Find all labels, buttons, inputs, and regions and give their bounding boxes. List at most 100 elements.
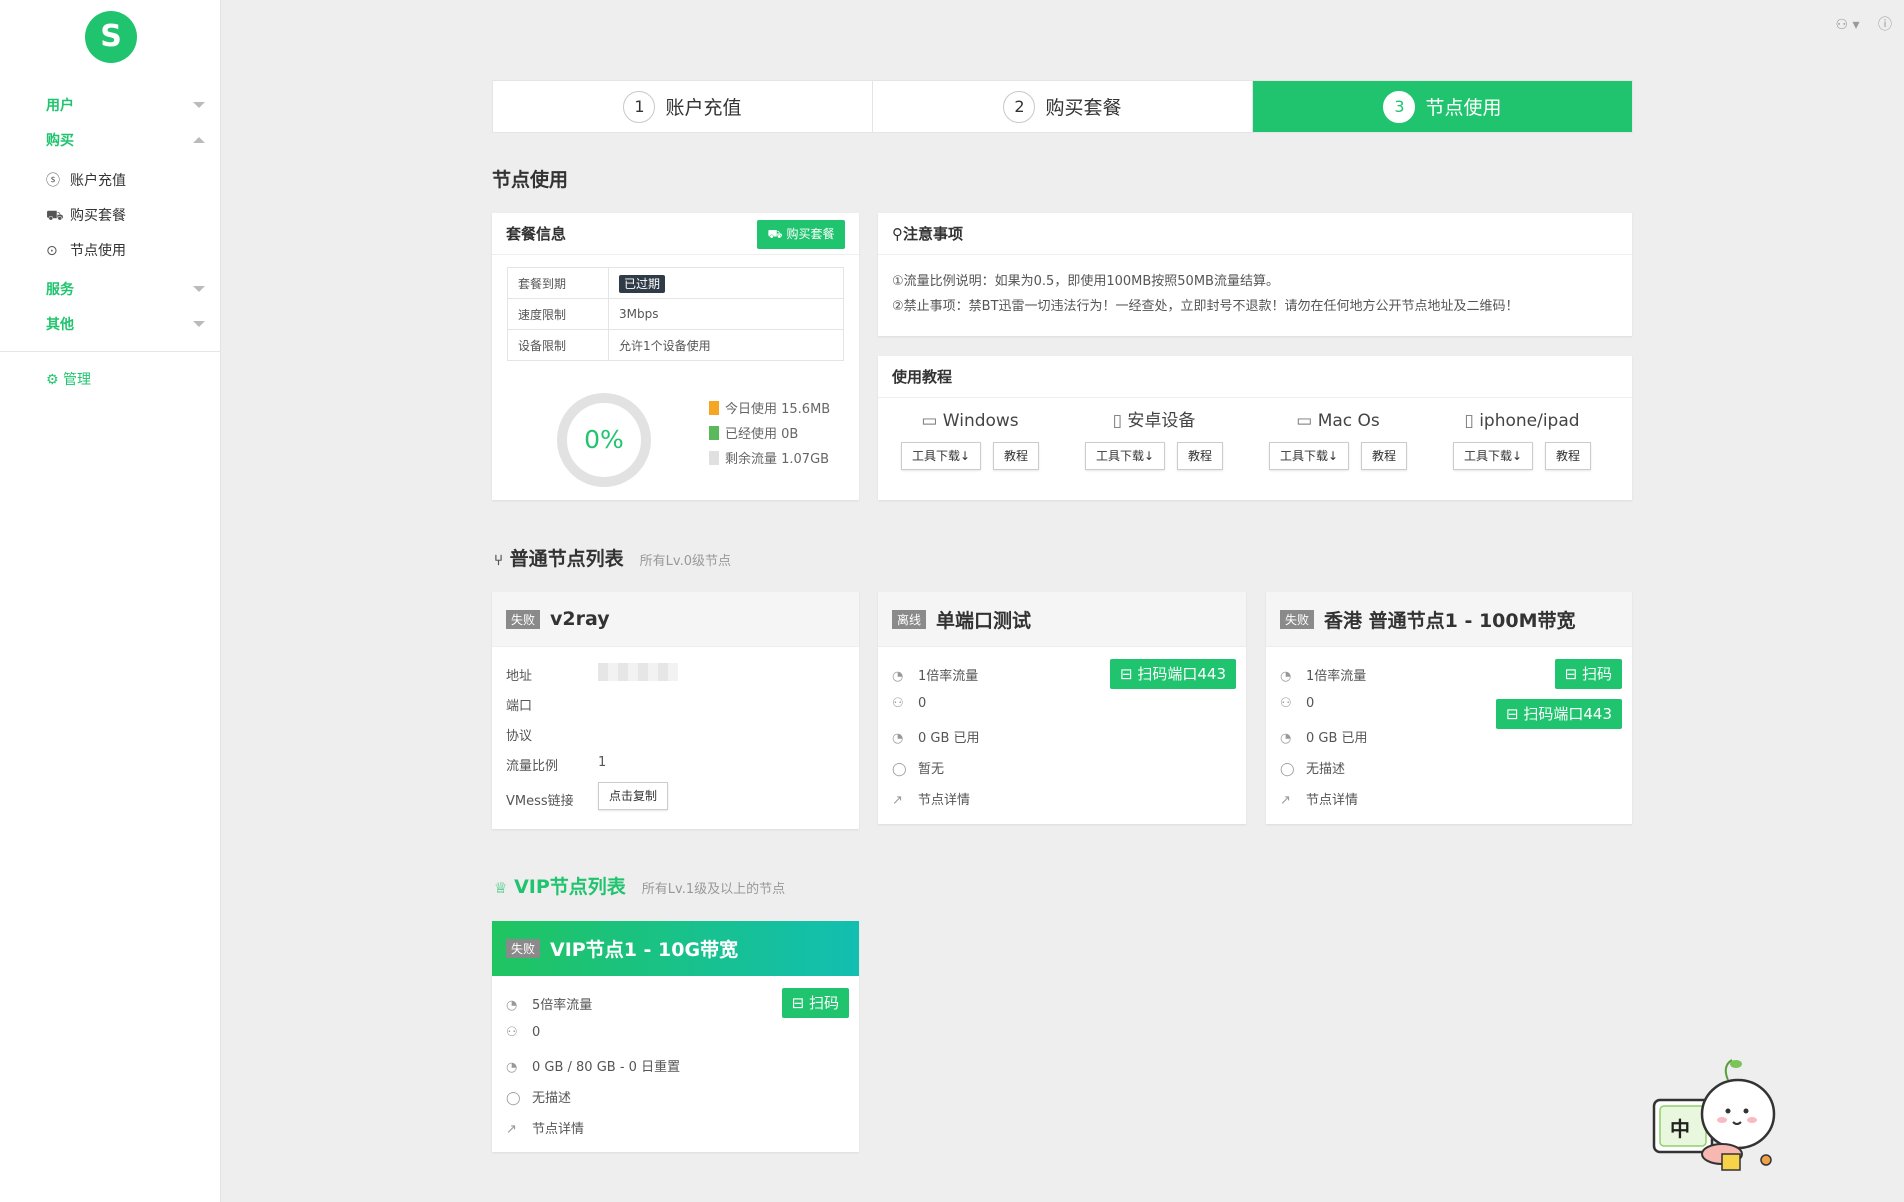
platform-name: 安卓设备 xyxy=(1127,411,1196,431)
node-users: ⚇ 0 xyxy=(1280,696,1314,711)
section-subtitle: 所有Lv.0级节点 xyxy=(639,554,731,569)
step-buy-package[interactable]: 2 购买套餐 xyxy=(873,81,1253,132)
node-field-value: 0 GB 已用 xyxy=(918,731,980,746)
download-tool-button[interactable]: 工具下载↓ xyxy=(1452,442,1534,470)
sidebar-item-buy-package[interactable]: ⛟ 购买套餐 xyxy=(46,205,126,235)
table-row: 速度限制 3Mbps xyxy=(507,298,844,330)
table-key: 设备限制 xyxy=(507,329,609,361)
node-card-single-port: 离线 单端口测试 ⊟ 扫码端口443 ◔ 1倍率流量 ⚇ 0 ◔ 0 GB 已用 ◯ 暂… xyxy=(878,592,1246,824)
platform-name: Mac Os xyxy=(1317,411,1380,431)
info-icon[interactable]: ⓘ xyxy=(1878,17,1892,33)
tutorial-macos: ▭ Mac Os 工具下载↓ 教程 xyxy=(1246,406,1430,470)
chevron-down-icon xyxy=(193,321,205,327)
cart-icon: ⛟ xyxy=(46,208,64,224)
node-details-link[interactable]: ↗ 节点详情 xyxy=(892,789,970,808)
user-icon: ⚇ xyxy=(892,696,904,711)
comment-icon: ◯ xyxy=(892,762,907,777)
node-card-header: 失败 v2ray xyxy=(492,592,859,647)
mascot-widget[interactable]: 中 xyxy=(1650,1056,1790,1176)
menu-group-user[interactable]: 用户 xyxy=(0,89,221,119)
menu-group-service[interactable]: 服务 xyxy=(0,273,221,303)
table-value: 3Mbps xyxy=(608,298,844,330)
field-label: 协议 xyxy=(506,729,533,744)
node-details-link[interactable]: ↗ 节点详情 xyxy=(1280,789,1358,808)
menu-group-purchase[interactable]: 购买 xyxy=(0,124,221,154)
step-number: 1 xyxy=(623,90,656,123)
sidebar-item-recharge[interactable]: ⓢ 账户充值 xyxy=(46,170,126,200)
node-traffic: ◔ 0 GB / 80 GB - 0 日重置 xyxy=(506,1056,680,1075)
gauge-icon: ◔ xyxy=(1280,731,1292,746)
step-recharge[interactable]: 1 账户充值 xyxy=(493,81,873,132)
user-icon[interactable]: ⚇ ▾ xyxy=(1836,17,1860,33)
branch-icon: ⑂ xyxy=(494,551,504,569)
sidebar-item-node-usage[interactable]: ⊙ 节点使用 xyxy=(46,240,126,270)
vip-nodes-heading: ♕ VIP节点列表 所有Lv.1级及以上的节点 xyxy=(494,872,785,899)
scan-port-button[interactable]: ⊟ 扫码端口443 xyxy=(1110,659,1236,689)
status-badge: 失败 xyxy=(506,939,541,958)
menu-group-other[interactable]: 其他 xyxy=(0,308,221,338)
gauge-icon: ◔ xyxy=(892,669,904,684)
node-name: VIP节点1 - 10G带宽 xyxy=(550,939,739,961)
scan-button[interactable]: ⊟ 扫码 xyxy=(781,988,849,1018)
download-tool-button[interactable]: 工具下载↓ xyxy=(900,442,982,470)
menu-group-label: 购买 xyxy=(46,133,74,149)
node-traffic: ◔ 0 GB 已用 xyxy=(892,727,980,746)
page-title: 节点使用 xyxy=(492,169,569,191)
node-users: ⚇ 0 xyxy=(506,1025,540,1040)
scan-button[interactable]: ⊟ 扫码 xyxy=(1554,659,1622,689)
sidebar-item-label: 节点使用 xyxy=(70,243,126,259)
tutorial-button[interactable]: 教程 xyxy=(1545,442,1592,470)
node-details-link[interactable]: ↗ 节点详情 xyxy=(506,1118,584,1137)
tutorial-button[interactable]: 教程 xyxy=(1361,442,1408,470)
scan-label: 扫码 xyxy=(808,994,839,1012)
tutorial-button[interactable]: 教程 xyxy=(993,442,1040,470)
download-tool-button[interactable]: 工具下载↓ xyxy=(1268,442,1350,470)
package-table: 套餐到期 已过期 速度限制 3Mbps 设备限制 允许1个设备使用 xyxy=(507,267,844,361)
node-description: ◯ 无描述 xyxy=(506,1087,571,1106)
node-card-header: 离线 单端口测试 xyxy=(878,592,1246,647)
copy-vmess-button[interactable]: 点击复制 xyxy=(598,782,668,810)
scan-port-button[interactable]: ⊟ 扫码端口443 xyxy=(1496,699,1622,729)
node-traffic: ◔ 0 GB 已用 xyxy=(1280,727,1368,746)
step-label: 购买套餐 xyxy=(1045,97,1122,119)
gauge-icon: ◔ xyxy=(892,731,904,746)
node-card-v2ray: 失败 v2ray 地址 端口 协议 流量比例 1 VMess链接 点击复制 xyxy=(492,592,859,829)
phone-icon: ▯ xyxy=(1464,411,1474,431)
node-name: 单端口测试 xyxy=(936,609,1032,632)
address-value-redacted xyxy=(598,663,678,681)
gear-icon: ⚙ xyxy=(46,372,59,388)
share-icon: ↗ xyxy=(1280,793,1291,808)
share-icon: ↗ xyxy=(506,1122,517,1137)
tutorial-button[interactable]: 教程 xyxy=(1177,442,1224,470)
gauge-icon: ◔ xyxy=(506,998,518,1013)
sidebar: S 用户 购买 ⓢ 账户充值 ⛟ 购买套餐 ⊙ 节点使用 服务 其他 ⚙ 管理 xyxy=(0,0,221,1202)
status-badge: 失败 xyxy=(506,609,541,629)
node-card-header: 失败 VIP节点1 - 10G带宽 xyxy=(492,921,859,976)
menu-group-label: 用户 xyxy=(46,98,74,114)
table-key: 速度限制 xyxy=(507,298,609,330)
scan-icon: ⊟ xyxy=(1506,705,1519,723)
buy-package-button[interactable]: ⛟ 购买套餐 xyxy=(757,220,845,249)
tutorial-card-header: 使用教程 xyxy=(878,356,1632,398)
node-field-protocol: 协议 xyxy=(506,725,532,744)
tutorial-windows: ▭ Windows 工具下载↓ 教程 xyxy=(878,406,1062,470)
table-key: 套餐到期 xyxy=(507,267,609,299)
logo[interactable]: S xyxy=(85,11,137,63)
legend-item: 已经使用 0B xyxy=(709,422,830,447)
node-field-value: 0 GB 已用 xyxy=(1306,731,1368,746)
node-field-value: 无描述 xyxy=(1306,762,1346,777)
comment-icon: ◯ xyxy=(506,1091,521,1106)
package-card-header: 套餐信息 ⛟ 购买套餐 xyxy=(492,213,859,255)
download-tool-button[interactable]: 工具下载↓ xyxy=(1084,442,1166,470)
notice-line: ①流量比例说明：如果为0.5，即使用100MB按照50MB流量结算。 xyxy=(892,274,1279,289)
section-title: 普通节点列表 xyxy=(509,548,624,570)
step-node-usage[interactable]: 3 节点使用 xyxy=(1253,81,1632,132)
node-field-vmess: VMess链接 点击复制 xyxy=(506,782,668,810)
node-field-value: 0 GB / 80 GB - 0 日重置 xyxy=(532,1060,681,1075)
legend-label: 剩余流量 1.07GB xyxy=(725,452,830,467)
notice-line: ②禁止事项：禁BT迅雷一切违法行为！一经查处，立即封号不退款！请勿在任何地方公开… xyxy=(892,299,1519,314)
sidebar-item-manage[interactable]: ⚙ 管理 xyxy=(46,369,91,389)
node-description: ◯ 暂无 xyxy=(892,758,944,777)
expired-badge: 已过期 xyxy=(619,274,666,293)
node-field-value: 节点详情 xyxy=(1306,793,1359,808)
